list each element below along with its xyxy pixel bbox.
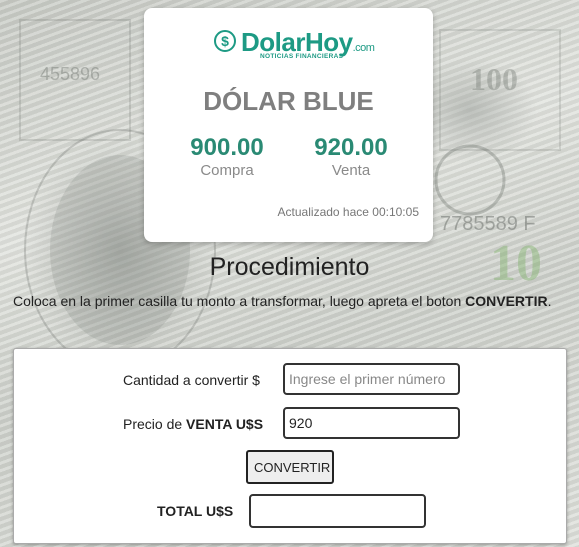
rate-card-title: DÓLAR BLUE <box>203 86 374 116</box>
sell-price: 920.00 <box>314 134 388 161</box>
svg-text:100: 100 <box>470 61 518 97</box>
svg-text:455896: 455896 <box>40 64 100 84</box>
total-usd-output[interactable] <box>249 494 426 528</box>
logo-tagline: NOTICIAS FINANCIERAS <box>260 53 344 60</box>
dolarhoy-logo[interactable]: $ DolarHoy.com NOTICIAS FINANCIERAS <box>214 28 375 64</box>
total-usd-label: TOTAL U$S <box>157 503 234 519</box>
converter-form: Cantidad a convertir $ Precio de VENTA U… <box>13 348 567 544</box>
sell-price-label: Precio de VENTA U$S <box>123 416 264 432</box>
buy-price: 900.00 <box>190 134 264 161</box>
convert-keyword: CONVERTIR <box>465 293 548 309</box>
dollar-coin-icon: $ <box>214 30 236 52</box>
procedure-heading: Procedimiento <box>209 253 370 281</box>
svg-text:7785589 F: 7785589 F <box>440 213 536 235</box>
sell-label: Venta <box>331 162 371 179</box>
buy-label: Compra <box>200 162 254 179</box>
sell-price-input[interactable] <box>283 407 460 439</box>
dolar-blue-rate-card: $ DolarHoy.com NOTICIAS FINANCIERAS DÓLA… <box>144 8 433 242</box>
amount-label: Cantidad a convertir $ <box>123 372 260 388</box>
last-updated-text: Actualizado hace 00:10:05 <box>277 205 419 219</box>
amount-input[interactable] <box>283 363 460 395</box>
procedure-instructions: Coloca en la primer casilla tu monto a t… <box>13 293 552 309</box>
convert-button[interactable]: CONVERTIR <box>246 450 334 484</box>
